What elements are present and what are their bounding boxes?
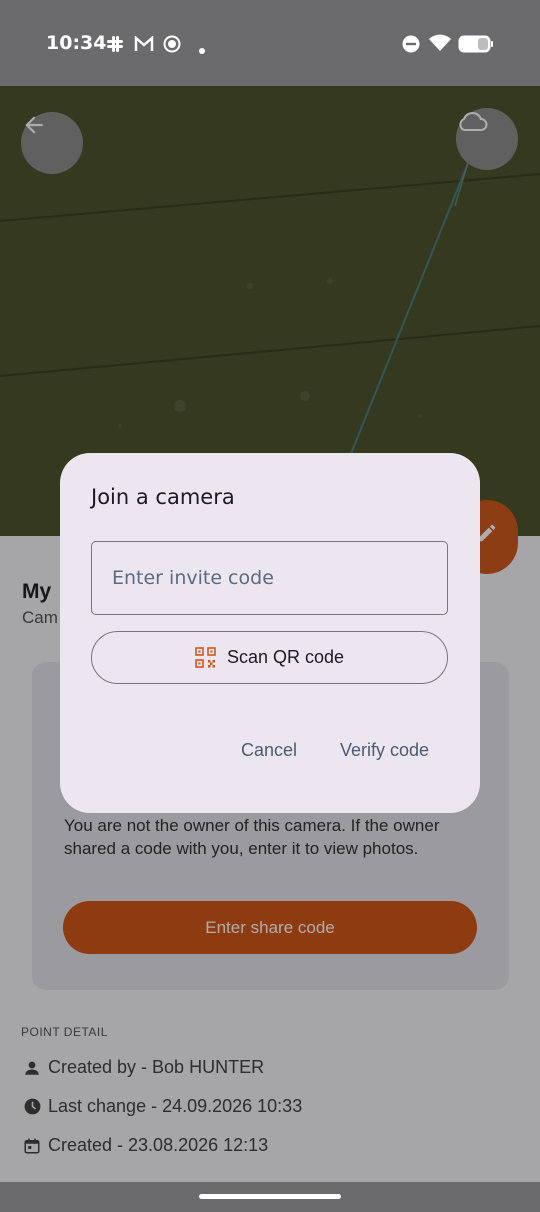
status-time: 10:34 <box>46 32 107 54</box>
invite-code-input[interactable] <box>91 541 448 615</box>
scan-qr-code-button[interactable]: Scan QR code <box>91 631 448 684</box>
join-camera-dialog: Join a camera Scan QR code Cancel Verify… <box>60 453 480 813</box>
gmail-icon <box>134 35 154 57</box>
slack-icon <box>106 35 124 58</box>
verify-code-button[interactable]: Verify code <box>340 740 429 761</box>
battery-icon <box>458 35 494 58</box>
qr-code-icon <box>195 647 216 668</box>
dnd-icon <box>402 35 420 58</box>
cancel-button[interactable]: Cancel <box>241 740 297 761</box>
scan-qr-code-label: Scan QR code <box>226 647 345 667</box>
status-bar: 10:34 <box>0 0 540 86</box>
wifi-icon <box>428 34 452 57</box>
record-icon <box>163 35 181 58</box>
home-gesture-handle[interactable] <box>199 1194 341 1199</box>
dot-icon <box>199 41 205 59</box>
dialog-title: Join a camera <box>91 485 235 509</box>
